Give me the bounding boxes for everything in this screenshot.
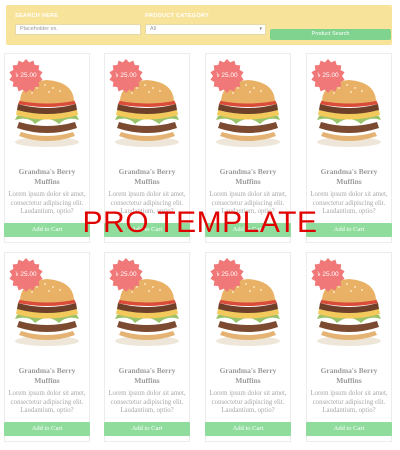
description-line: consectetur adipiscing elit. [312, 398, 386, 406]
product-title: Grandma's Berry Muffins [7, 167, 87, 187]
product-title-line: Muffins [235, 177, 261, 186]
description-line: Lorem ipsum dolor sit amet, [209, 390, 287, 397]
product-title-line: Grandma's Berry [219, 167, 277, 176]
product-title-line: Grandma's Berry [118, 167, 176, 176]
watermark-text: PRO TEMPLATE [82, 206, 318, 239]
product-title-line: Muffins [34, 376, 60, 385]
price-label: ৳ 25.00 [317, 72, 339, 79]
add-to-cart-button[interactable]: Add to Cart [306, 422, 392, 436]
chevron-down-icon: ▾ [259, 26, 262, 32]
product-title: Grandma's Berry Muffins [208, 167, 288, 187]
description-line: consectetur adipiscing elit. [110, 398, 184, 406]
product-title: Grandma's Berry Muffins [107, 366, 187, 386]
product-title-line: Muffins [235, 376, 261, 385]
description-line: Lorem ipsum dolor sit amet, [108, 390, 186, 397]
search-bar: SEARCH HERE Placeholder ex. PRODUCT CATE… [6, 5, 392, 45]
price-label: ৳ 25.00 [115, 72, 137, 79]
category-select-value: All [150, 26, 157, 32]
product-description: Lorem ipsum dolor sit amet, consectetur … [309, 390, 389, 416]
product-card: ৳ 25.00 Grandma's Berry Muffins Lorem ip… [104, 252, 190, 442]
product-card: ৳ 25.00 Grandma's Berry Muffins Lorem ip… [306, 252, 392, 442]
product-description: Lorem ipsum dolor sit amet, consectetur … [208, 390, 288, 416]
product-title-line: Grandma's Berry [18, 167, 76, 176]
description-line: Lorem ipsum dolor sit amet, [108, 191, 186, 198]
product-title-line: Grandma's Berry [118, 366, 176, 375]
product-title-line: Muffins [336, 177, 362, 186]
product-title-line: Muffins [134, 177, 160, 186]
category-select[interactable]: All ▾ [145, 24, 266, 35]
description-line: Laudantium, optio? [322, 407, 376, 414]
search-input[interactable]: Placeholder ex. [15, 24, 141, 35]
add-to-cart-button[interactable]: Add to Cart [205, 422, 291, 436]
price-label: ৳ 25.00 [15, 271, 37, 278]
product-description: Lorem ipsum dolor sit amet, consectetur … [7, 390, 87, 416]
description-line: Lorem ipsum dolor sit amet, [8, 191, 86, 198]
product-title-line: Grandma's Berry [320, 366, 378, 375]
product-title-line: Muffins [336, 376, 362, 385]
add-to-cart-button[interactable]: Add to Cart [4, 422, 90, 436]
description-line: consectetur adipiscing elit. [10, 398, 84, 406]
product-title: Grandma's Berry Muffins [7, 366, 87, 386]
description-line: Lorem ipsum dolor sit amet, [310, 390, 388, 397]
product-search-button[interactable]: Product Search [270, 29, 391, 40]
price-label: ৳ 25.00 [15, 72, 37, 79]
product-title: Grandma's Berry Muffins [309, 167, 389, 187]
product-title-line: Grandma's Berry [18, 366, 76, 375]
product-title: Grandma's Berry Muffins [309, 366, 389, 386]
description-line: Lorem ipsum dolor sit amet, [209, 191, 287, 198]
description-line: Laudantium, optio? [221, 407, 275, 414]
product-card: ৳ 25.00 Grandma's Berry Muffins Lorem ip… [4, 252, 90, 442]
product-title-line: Muffins [134, 376, 160, 385]
product-title-line: Grandma's Berry [219, 366, 277, 375]
product-title-line: Grandma's Berry [320, 167, 378, 176]
description-line: Laudantium, optio? [120, 407, 174, 414]
product-description: Lorem ipsum dolor sit amet, consectetur … [107, 390, 187, 416]
product-title: Grandma's Berry Muffins [107, 167, 187, 187]
product-card: ৳ 25.00 Grandma's Berry Muffins Lorem ip… [205, 252, 291, 442]
description-line: Laudantium, optio? [20, 407, 74, 414]
category-label: PRODUCT CATEGORY [145, 13, 210, 19]
price-label: ৳ 25.00 [317, 271, 339, 278]
description-line: consectetur adipiscing elit. [211, 398, 285, 406]
add-to-cart-button[interactable]: Add to Cart [104, 422, 190, 436]
product-title-line: Muffins [34, 177, 60, 186]
price-label: ৳ 25.00 [115, 271, 137, 278]
description-line: Lorem ipsum dolor sit amet, [310, 191, 388, 198]
description-line: Lorem ipsum dolor sit amet, [8, 390, 86, 397]
price-label: ৳ 25.00 [216, 72, 238, 79]
price-label: ৳ 25.00 [216, 271, 238, 278]
product-title: Grandma's Berry Muffins [208, 366, 288, 386]
search-label: SEARCH HERE [15, 13, 59, 19]
